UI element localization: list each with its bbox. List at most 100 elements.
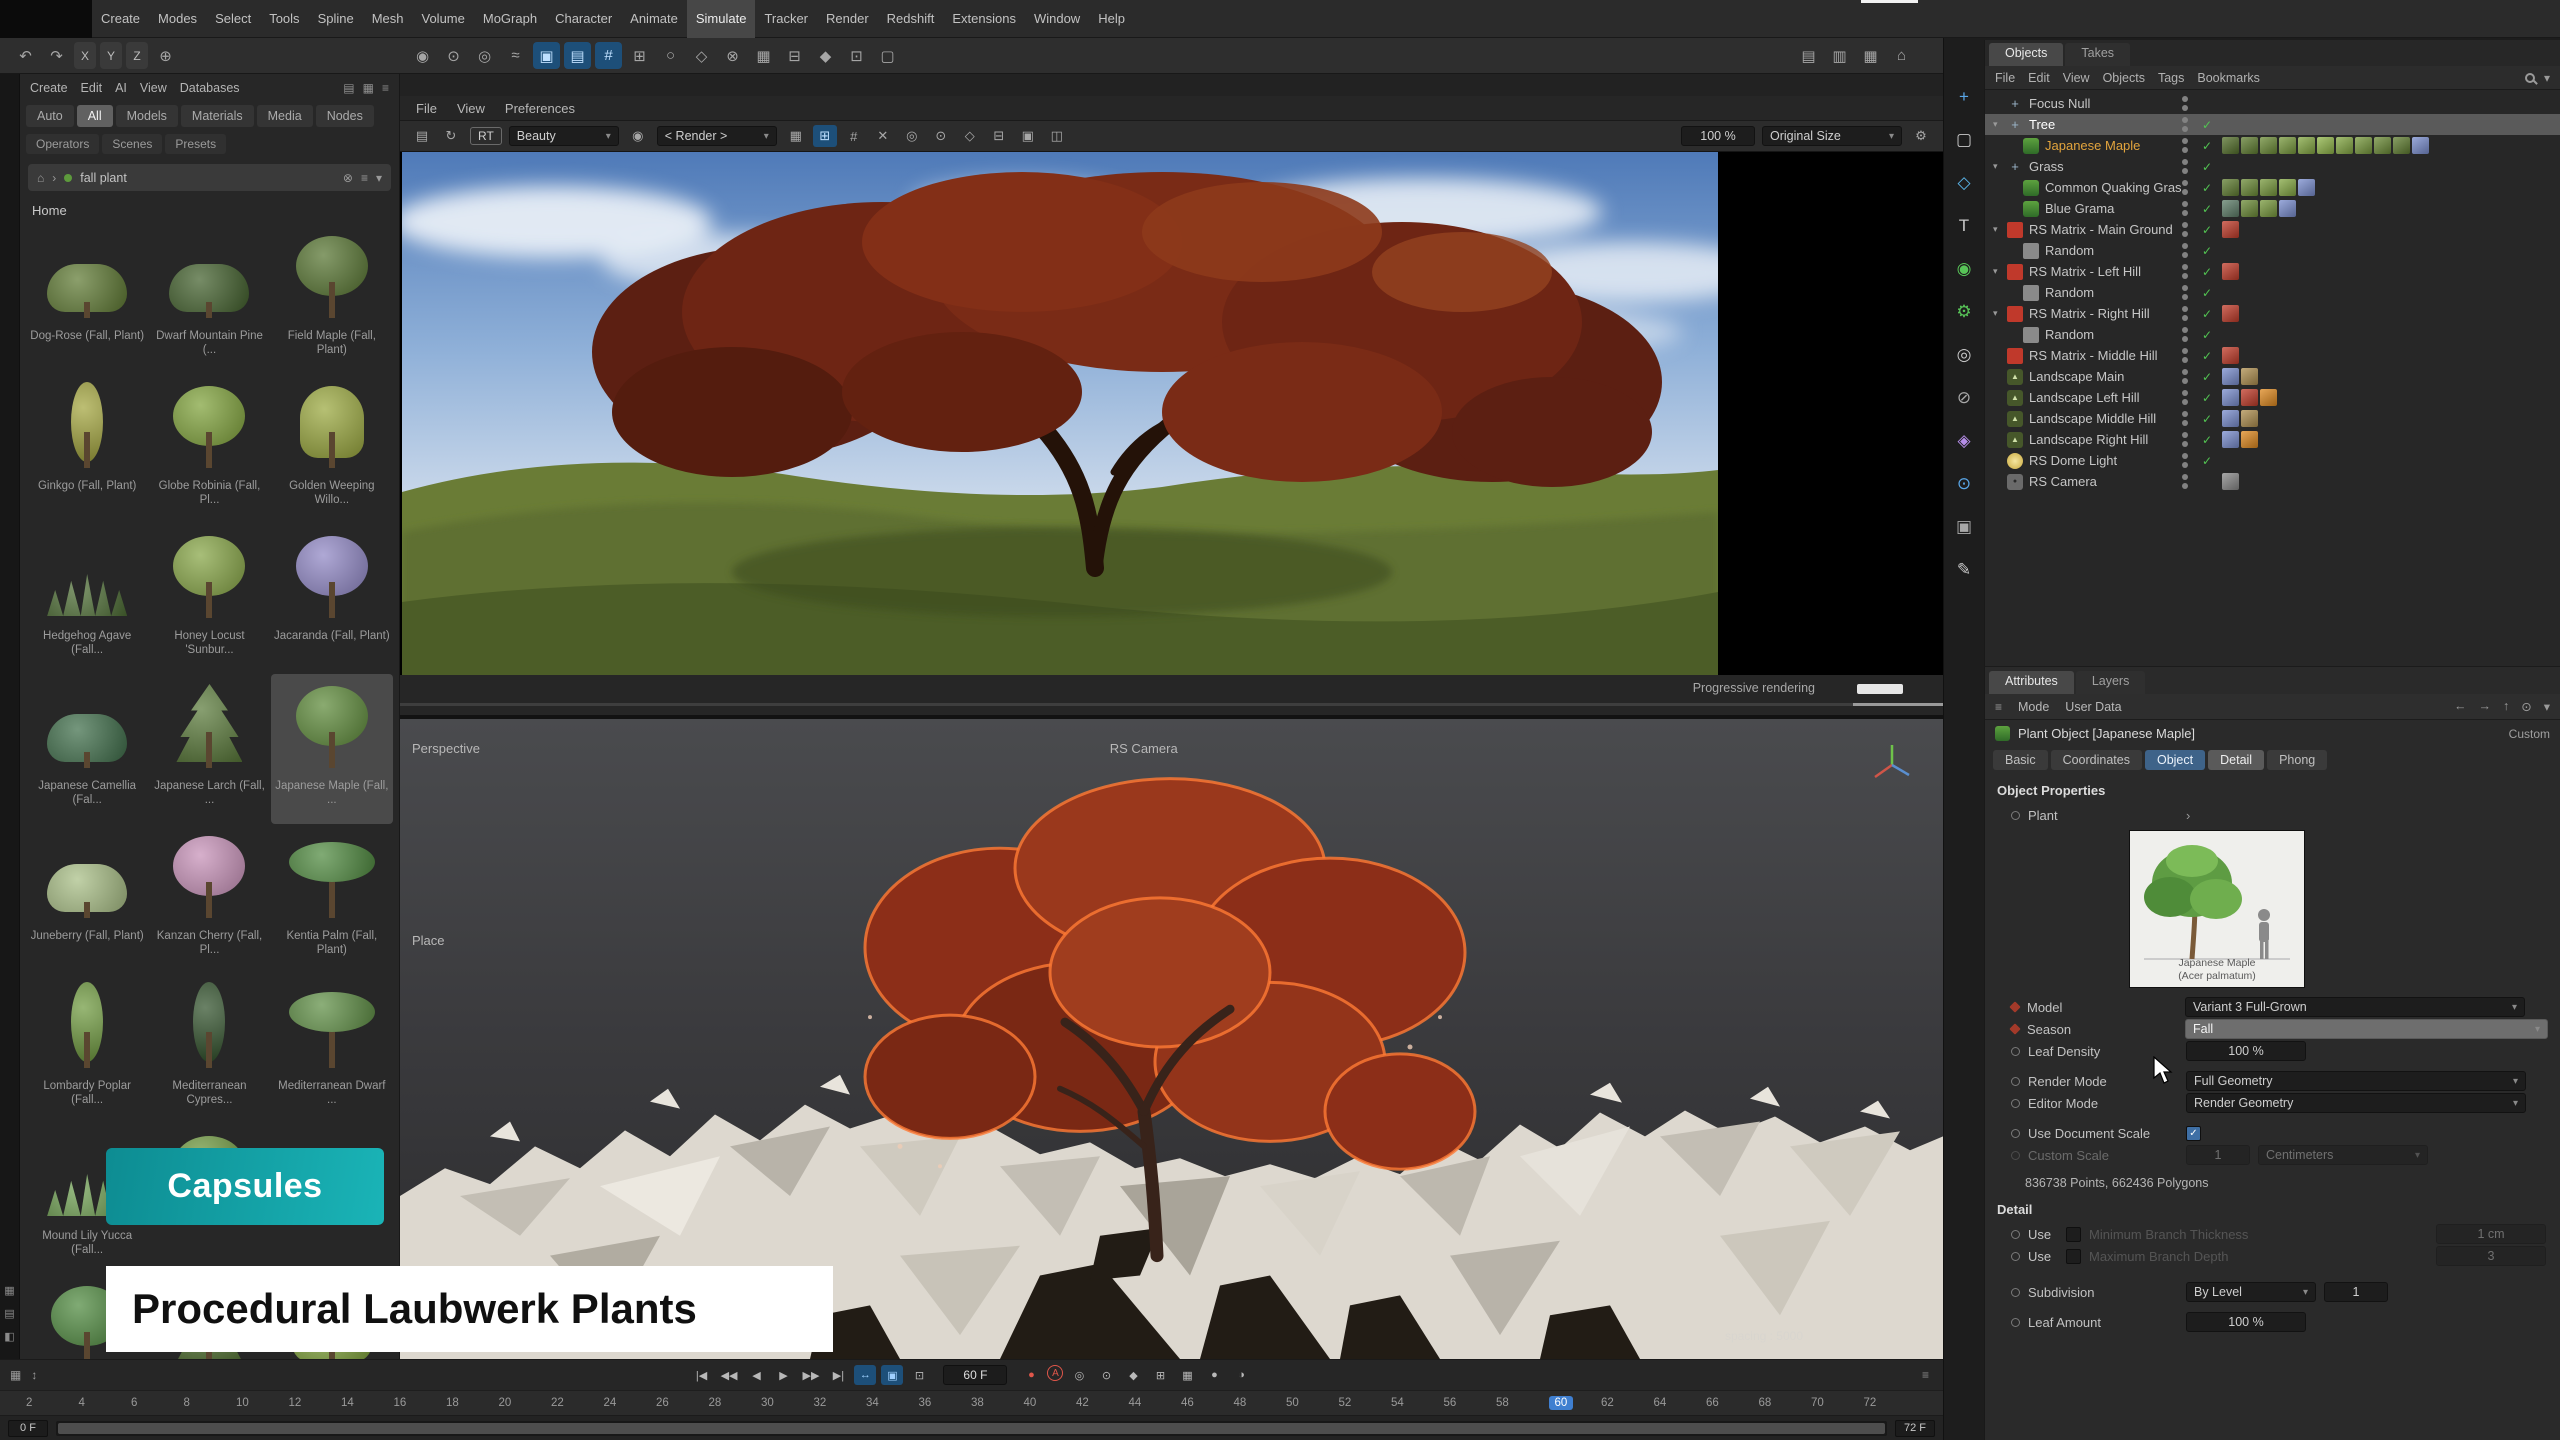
mode-tool-icon[interactable]: ▣ <box>1951 514 1977 540</box>
asset-item[interactable]: Field Maple (Fall, Plant) <box>271 224 393 374</box>
menu-item[interactable]: Modes <box>149 0 206 38</box>
asset-menu-icon[interactable]: ≡ <box>382 81 389 95</box>
object-row[interactable]: Random ✓ <box>1985 324 2560 345</box>
frame-tick[interactable]: 2 <box>26 1397 79 1409</box>
asset-item[interactable]: Globe Robinia (Fall, Pl... <box>148 374 270 524</box>
range-end-field[interactable]: 72 F <box>1895 1420 1935 1437</box>
asset-tab[interactable]: Media <box>257 105 313 127</box>
asset-tab[interactable]: All <box>77 105 113 127</box>
transport-button[interactable]: |◀ <box>691 1365 713 1385</box>
visibility-dots[interactable] <box>2182 96 2188 111</box>
asset-tab[interactable]: Nodes <box>316 105 374 127</box>
object-menu-item[interactable]: File <box>1995 71 2015 85</box>
strip-icon[interactable]: ◧ <box>4 1330 14 1343</box>
mode-tool-icon[interactable]: ⚙ <box>1951 299 1977 325</box>
tag-swatch[interactable] <box>2222 305 2239 322</box>
mode-tool-icon[interactable]: ✎ <box>1951 557 1977 583</box>
anim-dot[interactable] <box>2011 811 2020 820</box>
menu-item[interactable]: Tracker <box>755 0 817 38</box>
frame-tick[interactable]: 30 <box>761 1397 814 1409</box>
record-button[interactable]: ▦ <box>1176 1365 1198 1385</box>
tag-swatch[interactable] <box>2279 200 2296 217</box>
tag-swatch[interactable] <box>2241 137 2258 154</box>
frame-tick[interactable]: 42 <box>1076 1397 1129 1409</box>
mode-tool-icon[interactable]: ◎ <box>1951 342 1977 368</box>
render-toolbar-icon[interactable]: ▤ <box>410 125 434 147</box>
object-row[interactable]: ▾ RS Matrix - Right Hill ✓ <box>1985 303 2560 324</box>
visibility-dots[interactable] <box>2182 243 2188 258</box>
asset-tab[interactable]: Materials <box>181 105 254 127</box>
custom-dropdown[interactable]: Custom <box>2509 727 2550 741</box>
asset-item[interactable]: Honey Locust 'Sunbur... <box>148 524 270 674</box>
frame-tick[interactable]: 10 <box>236 1397 289 1409</box>
menu-item[interactable]: Extensions <box>943 0 1025 38</box>
mode-tool-icon[interactable]: ▢ <box>1951 127 1977 153</box>
mode-tool-icon[interactable]: + <box>1951 84 1977 110</box>
asset-item[interactable]: Japanese Larch (Fall, ... <box>148 674 270 824</box>
visibility-dots[interactable] <box>2182 159 2188 174</box>
visibility-dots[interactable] <box>2182 201 2188 216</box>
frame-tick[interactable]: 22 <box>551 1397 604 1409</box>
expand-arrow[interactable]: ▾ <box>1993 266 2007 277</box>
frame-tick[interactable]: 70 <box>1811 1397 1864 1409</box>
frame-tick[interactable]: 62 <box>1601 1397 1654 1409</box>
tag-swatch[interactable] <box>2241 368 2258 385</box>
toolbar-icon[interactable]: ▤ <box>564 42 591 69</box>
menu-item[interactable]: Tools <box>260 0 308 38</box>
object-label[interactable]: Tree <box>2029 117 2182 132</box>
menu-item[interactable]: Character <box>546 0 621 38</box>
visibility-dots[interactable] <box>2182 117 2188 132</box>
anim-dot[interactable] <box>2011 1129 2020 1138</box>
tag-swatch[interactable] <box>2222 431 2239 448</box>
visibility-dots[interactable] <box>2182 411 2188 426</box>
toolbar-icon[interactable]: # <box>595 42 622 69</box>
expand-arrow[interactable]: ▾ <box>1993 308 2007 319</box>
record-button[interactable]: ◑ <box>1230 1365 1252 1385</box>
frame-tick[interactable]: 56 <box>1444 1397 1497 1409</box>
menu-item[interactable]: Window <box>1025 0 1089 38</box>
frame-tick[interactable]: 48 <box>1234 1397 1287 1409</box>
visibility-dots[interactable] <box>2182 285 2188 300</box>
toolbar-icon[interactable]: ◎ <box>471 42 498 69</box>
menu-icon[interactable]: ≡ <box>1995 700 2002 714</box>
menu-item[interactable]: Spline <box>309 0 363 38</box>
asset-item[interactable]: Jacaranda (Fall, Plant) <box>271 524 393 674</box>
record-button[interactable]: ● <box>1020 1365 1042 1385</box>
panel-divider[interactable] <box>1943 38 1944 1440</box>
frame-tick[interactable]: 52 <box>1339 1397 1392 1409</box>
enabled-check[interactable]: ✓ <box>2202 160 2222 174</box>
object-row[interactable]: Common Quaking Grass ✓ <box>1985 177 2560 198</box>
tag-swatch[interactable] <box>2222 368 2239 385</box>
record-button[interactable]: ⊞ <box>1149 1365 1171 1385</box>
object-label[interactable]: Focus Null <box>2029 96 2182 111</box>
menu-item[interactable]: Mesh <box>363 0 413 38</box>
visibility-dots[interactable] <box>2182 327 2188 342</box>
frame-tick[interactable]: 24 <box>604 1397 657 1409</box>
attribute-nav-icon[interactable]: ↑ <box>2503 699 2509 714</box>
eye-icon[interactable]: ◉ <box>626 125 650 147</box>
toolbar-icon[interactable]: Y <box>100 42 122 69</box>
object-menu-item[interactable]: Objects <box>2103 71 2145 85</box>
frame-tick[interactable]: 14 <box>341 1397 394 1409</box>
zoom-field[interactable]: 100 % <box>1681 126 1755 146</box>
toolbar-icon[interactable]: ⊟ <box>781 42 808 69</box>
enabled-check[interactable]: ✓ <box>2202 433 2222 447</box>
leaf-amount-field[interactable]: 100 % <box>2186 1312 2306 1332</box>
toolbar-icon[interactable]: ◇ <box>688 42 715 69</box>
enabled-check[interactable]: ✓ <box>2202 118 2222 132</box>
render-toolbar-icon[interactable]: ▣ <box>1016 125 1040 147</box>
render-toolbar-icon[interactable]: ⊞ <box>813 125 837 147</box>
mode-tool-icon[interactable]: ◉ <box>1951 256 1977 282</box>
search-bar[interactable]: ⌂ › fall plant ⊗ ≡ ▾ <box>28 164 391 191</box>
frame-tick[interactable]: 4 <box>79 1397 132 1409</box>
enabled-check[interactable]: ✓ <box>2202 391 2222 405</box>
tag-swatch[interactable] <box>2241 200 2258 217</box>
tag-swatch[interactable] <box>2374 137 2391 154</box>
visibility-dots[interactable] <box>2182 306 2188 321</box>
tag-swatch[interactable] <box>2298 179 2315 196</box>
clear-search-icon[interactable]: ⊗ <box>343 171 353 185</box>
tag-swatch[interactable] <box>2393 137 2410 154</box>
attribute-nav-icon[interactable]: → <box>2478 699 2491 714</box>
object-label[interactable]: Blue Grama <box>2045 201 2182 216</box>
render-toolbar-icon[interactable]: ◎ <box>900 125 924 147</box>
